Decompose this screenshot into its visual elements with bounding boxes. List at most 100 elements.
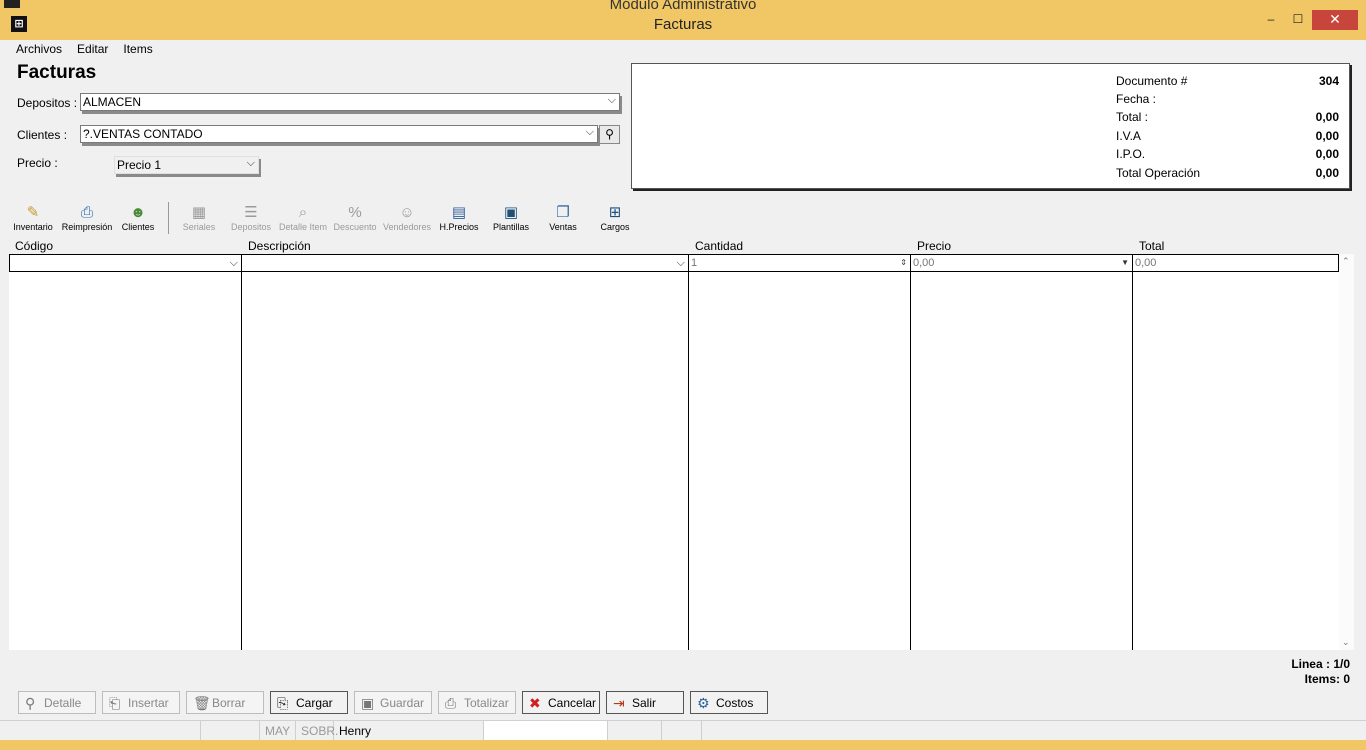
toolbar: ✎ Inventario ⎙ Reimpresión ☻ Clientes ▦ Seri… [8, 198, 1353, 236]
chevron-down-icon: ⌵ [229, 257, 238, 269]
sellers-icon: ☺ [399, 204, 415, 221]
precio-select[interactable]: Precio 1 ⌵ [114, 156, 259, 174]
menu-archivos[interactable]: Archivos [8, 40, 69, 56]
documento-value: 304 [1318, 74, 1339, 88]
line-counter: Linea : 1/0 [1291, 657, 1350, 671]
toolbar-ventas-button[interactable]: ❐ Ventas [536, 198, 590, 236]
column-header-cantidad[interactable]: Cantidad [695, 239, 743, 253]
scroll-up-icon[interactable]: ⌃ [1342, 256, 1350, 267]
cancelar-button[interactable]: ✖ Cancelar [522, 691, 600, 714]
descripcion-cell-input[interactable]: ⌵ [242, 255, 689, 271]
chevron-down-icon: ⌵ [676, 257, 685, 269]
column-header-descripcion[interactable]: Descripción [248, 239, 311, 253]
maximize-button[interactable]: ☐ [1284, 10, 1312, 30]
chevron-down-icon: ⌵ [607, 94, 616, 106]
toolbar-depositos-button[interactable]: ☰ Depositos [224, 198, 278, 236]
clientes-select[interactable]: ?.VENTAS CONTADO ⌵ [80, 125, 598, 143]
insertar-button[interactable]: ⎗ Insertar [102, 691, 180, 714]
borrar-button[interactable]: 🗑 Borrar [186, 691, 264, 714]
total-value: 0,00 [1315, 110, 1339, 124]
column-divider [241, 254, 242, 650]
discount-icon: % [348, 204, 362, 221]
cantidad-cell-input[interactable]: 1 ⇕ [689, 255, 911, 271]
toolbar-cargos-button[interactable]: ⊞ Cargos [588, 198, 642, 236]
inventory-icon: ✎ [26, 204, 40, 221]
scroll-down-icon[interactable]: ⌄ [1342, 637, 1350, 648]
toolbar-detalle-item-button[interactable]: ⌕ Detalle Item [276, 198, 330, 236]
vertical-scrollbar[interactable]: ⌃ ⌄ [1339, 254, 1354, 650]
codigo-cell-input[interactable]: ⌵ [10, 255, 242, 271]
save-icon: ▣ [361, 695, 375, 711]
statusbar-user: Henry [334, 721, 484, 741]
column-divider [910, 254, 911, 650]
column-divider [688, 254, 689, 650]
menu-bar: Archivos Editar Items [8, 40, 1358, 59]
depositos-select[interactable]: ALMACEN ⌵ [80, 93, 620, 111]
toolbar-vendedores-button[interactable]: ☺ Vendedores [380, 198, 434, 236]
dropdown-arrow-icon[interactable]: ▼ [1121, 255, 1129, 271]
toolbar-plantillas-button[interactable]: ▣ Plantillas [484, 198, 538, 236]
totalizar-button[interactable]: ⎙ Totalizar [438, 691, 516, 714]
toolbar-clientes-button[interactable]: ☻ Clientes [111, 198, 165, 236]
page-title: Facturas [17, 62, 97, 83]
chevron-down-icon: ⌵ [246, 157, 255, 169]
spinner-icon[interactable]: ⇕ [900, 255, 907, 271]
status-bar: MAY SOBR. Henry [0, 720, 1366, 741]
printer-icon: ⎙ [80, 204, 93, 221]
precio-label: Precio : [17, 156, 58, 170]
column-header-precio[interactable]: Precio [917, 239, 951, 253]
column-header-codigo[interactable]: Código [15, 239, 53, 253]
price-history-icon: ▤ [451, 204, 467, 221]
toolbar-inventario-button[interactable]: ✎ Inventario [6, 198, 60, 236]
toolbar-seriales-button[interactable]: ▦ Seriales [172, 198, 226, 236]
menu-editar[interactable]: Editar [69, 40, 115, 56]
statusbar-field [484, 721, 608, 741]
title-bar[interactable]: ⊞ Facturas – ☐ ✕ [0, 10, 1366, 40]
window-title: Facturas [653, 16, 713, 33]
minimize-button[interactable]: – [1258, 10, 1284, 30]
iva-value: 0,00 [1315, 129, 1339, 143]
app-window: Módulo Administrativo ⊞ Facturas – ☐ ✕ A… [0, 0, 1366, 750]
clientes-value: ?.VENTAS CONTADO [83, 127, 203, 141]
totalize-icon: ⎙ [445, 695, 457, 711]
load-icon: ⎘ [277, 695, 289, 711]
salir-button[interactable]: ⇥ Salir [606, 691, 684, 714]
serials-icon: ▦ [191, 204, 207, 221]
toolbar-hprecios-button[interactable]: ▤ H.Precios [432, 198, 486, 236]
binoculars-icon: ⚲ [605, 127, 614, 141]
statusbar-panel [608, 721, 662, 741]
items-grid[interactable]: Código Descripción Cantidad Precio Total… [9, 237, 1354, 650]
column-header-total[interactable]: Total [1139, 239, 1164, 253]
clientes-label: Clientes : [17, 128, 68, 142]
toolbar-reimpresion-button[interactable]: ⎙ Reimpresión [60, 198, 114, 236]
statusbar-blank [200, 721, 260, 741]
total-cell-value: 0,00 [1135, 257, 1157, 269]
search-icon: ⚲ [25, 695, 36, 711]
column-divider [1132, 254, 1133, 650]
total-operacion-label: Total Operación [1116, 166, 1201, 180]
cargar-button[interactable]: ⎘ Cargar [270, 691, 348, 714]
costos-button[interactable]: ⚙ Costos [690, 691, 768, 714]
statusbar-panel [662, 721, 702, 741]
cancel-icon: ✖ [529, 695, 541, 711]
toolbar-descuento-button[interactable]: % Descuento [328, 198, 382, 236]
gear-icon: ⚙ [697, 695, 710, 711]
precio-value: Precio 1 [117, 158, 162, 172]
clients-icon: ☻ [130, 204, 146, 221]
statusbar-overwrite: SOBR. [296, 721, 338, 741]
items-counter: Items: 0 [1304, 672, 1350, 686]
trash-icon: 🗑 [193, 695, 211, 711]
detalle-button[interactable]: ⚲ Detalle [18, 691, 96, 714]
item-detail-icon: ⌕ [298, 204, 308, 221]
documento-label: Documento # [1116, 74, 1188, 88]
menu-items[interactable]: Items [115, 40, 159, 56]
statusbar-caps: MAY [260, 721, 296, 741]
precio-cell-input[interactable]: 0,00 ▼ [911, 255, 1133, 271]
sales-icon: ❐ [556, 204, 570, 221]
close-button[interactable]: ✕ [1312, 10, 1358, 30]
chevron-down-icon: ⌵ [585, 126, 594, 138]
ipo-label: I.P.O. [1116, 147, 1146, 161]
background-window-title: Módulo Administrativo [609, 0, 757, 10]
client-search-button[interactable]: ⚲ [599, 125, 620, 144]
guardar-button[interactable]: ▣ Guardar [354, 691, 432, 714]
